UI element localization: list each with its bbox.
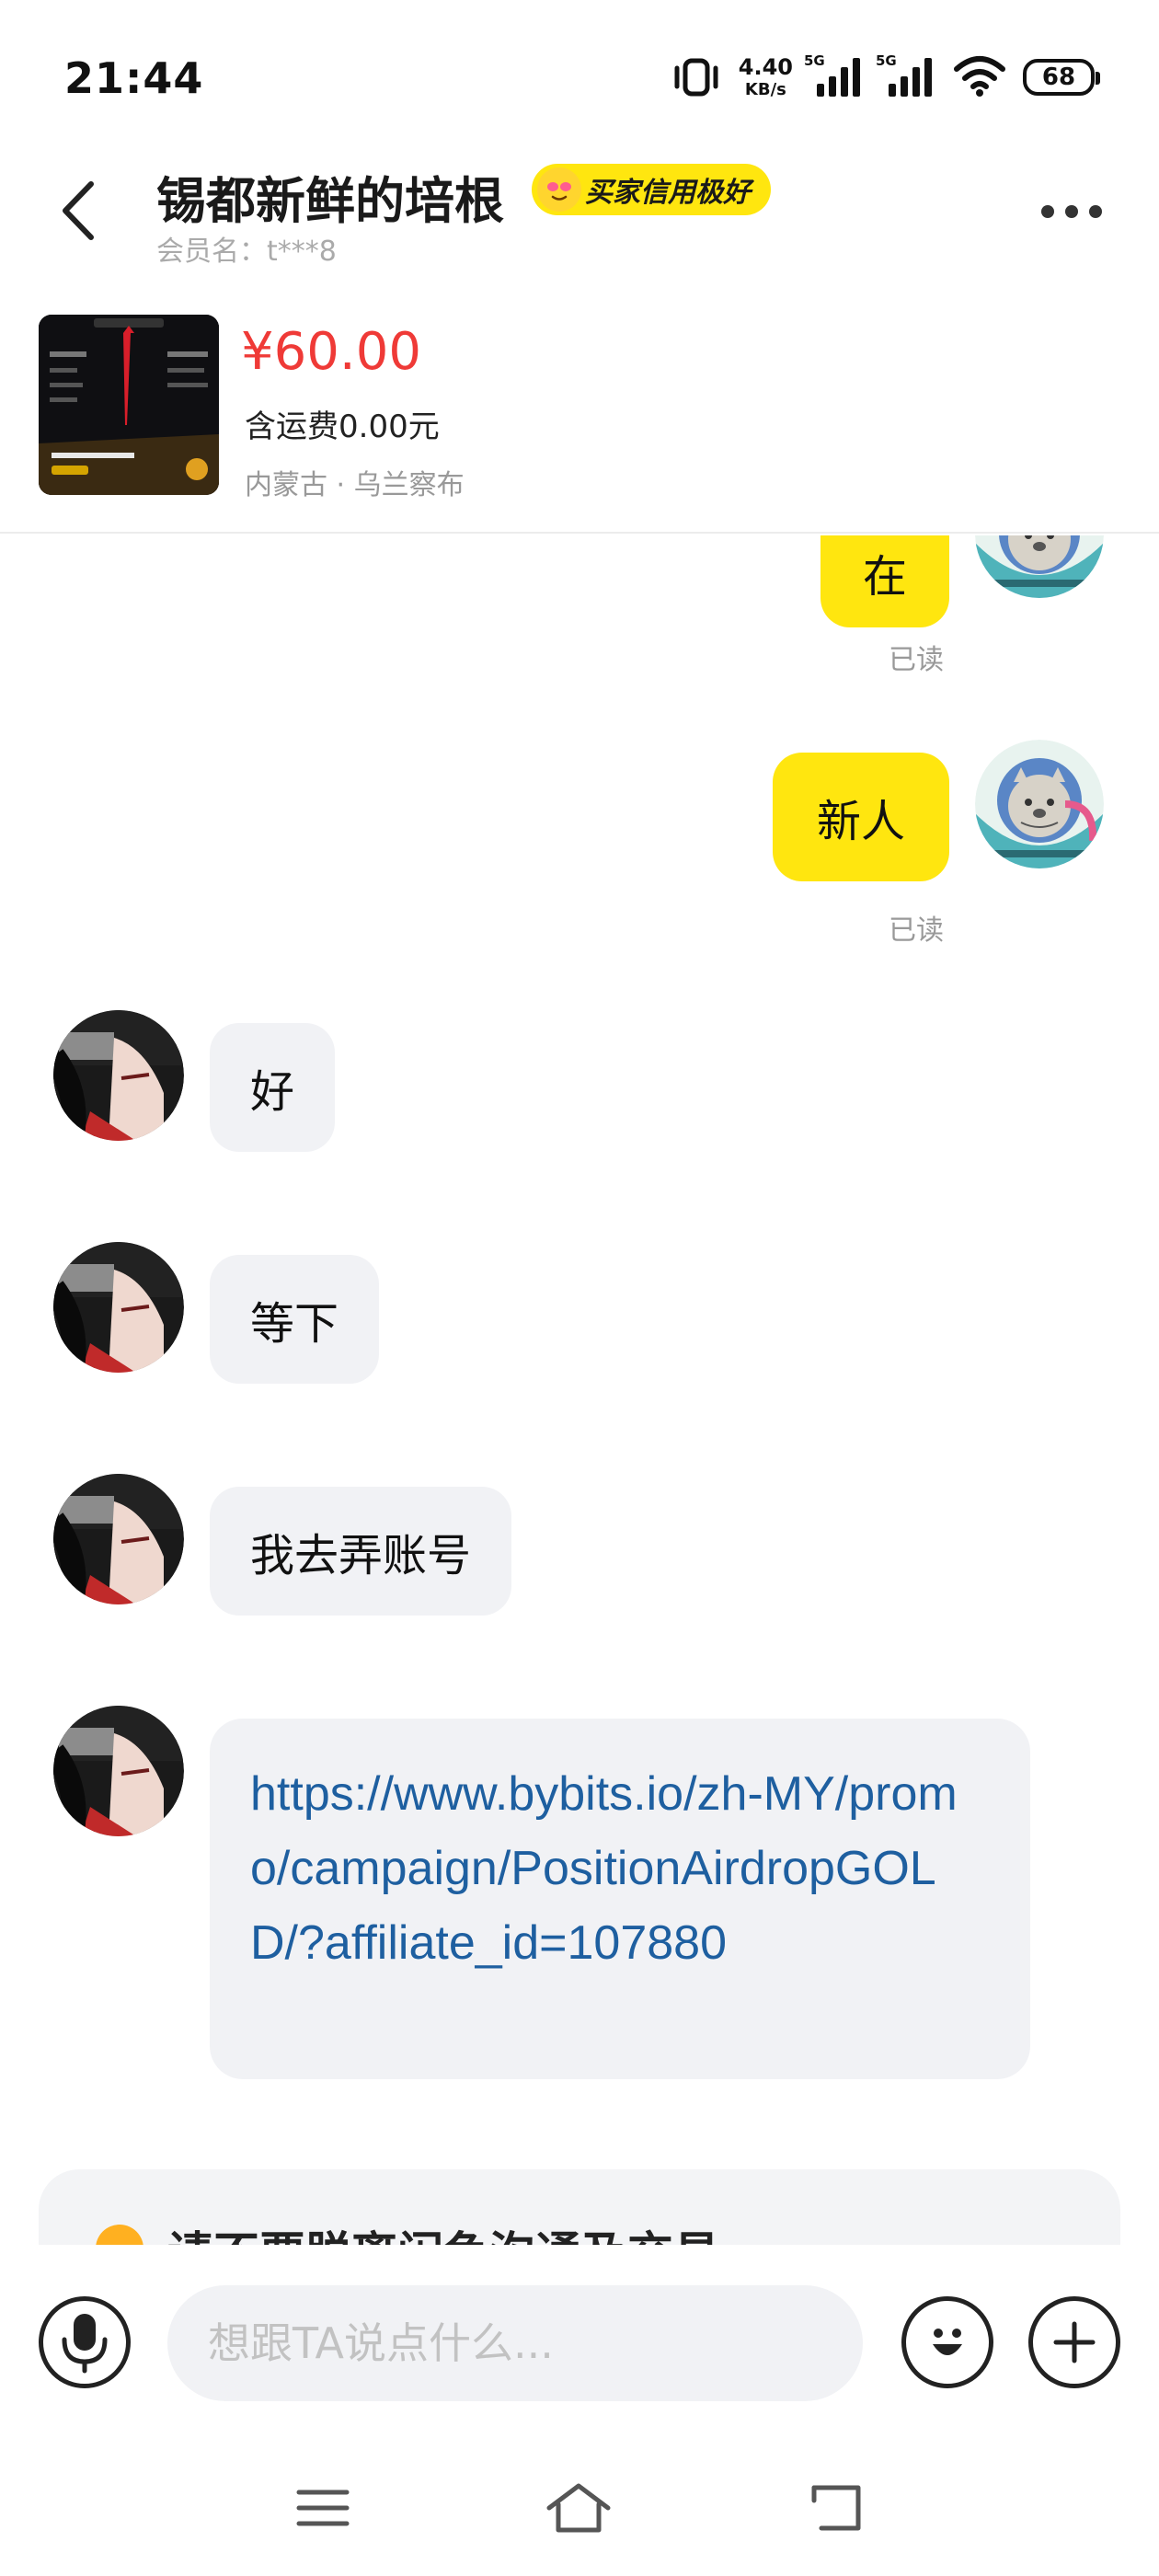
read-receipt: 已读: [889, 914, 944, 947]
message-bubble-incoming[interactable]: https://www.bybits.io/zh-MY/promo/campai…: [210, 1719, 1030, 2079]
network-speed-unit: KB/s: [744, 80, 786, 99]
voice-button[interactable]: [39, 2296, 131, 2388]
microphone-icon: [62, 2314, 108, 2374]
message-text: 在: [862, 551, 907, 603]
credit-badge-label: 买家信用极好: [585, 177, 751, 209]
home-icon: [546, 2483, 611, 2533]
message-input[interactable]: [167, 2285, 863, 2401]
back-arrow-icon: [63, 181, 94, 240]
home-button[interactable]: [537, 2471, 620, 2545]
avatar[interactable]: [53, 1706, 184, 1836]
message-bubble-incoming[interactable]: 好: [210, 1023, 336, 1152]
product-thumbnail[interactable]: [39, 315, 219, 495]
more-icon: [1089, 205, 1102, 218]
member-id: 会员名：t***8: [156, 236, 337, 268]
more-icon: [1041, 205, 1054, 218]
message-text: 我去弄账号: [250, 1530, 472, 1581]
avatar[interactable]: [53, 1010, 184, 1141]
battery-level: 68: [1041, 63, 1076, 91]
emoji-icon: [537, 167, 581, 212]
message-bubble-outgoing[interactable]: 新人: [773, 753, 949, 881]
status-time: 21:44: [64, 53, 204, 103]
message-bubble-incoming[interactable]: 我去弄账号: [210, 1487, 512, 1616]
sim1-label: 5G: [804, 52, 825, 69]
seller-name[interactable]: 锡都新鲜的培根: [156, 160, 504, 233]
add-attachment-button[interactable]: [1028, 2296, 1120, 2388]
message-text: 等下: [250, 1298, 339, 1350]
back-nav-button[interactable]: [797, 2471, 879, 2545]
message-link[interactable]: https://www.bybits.io/zh-MY/promo/campai…: [250, 1757, 990, 1981]
message-input-bar: [0, 2245, 1159, 2438]
signal-icon: 5G: [804, 52, 865, 98]
avatar[interactable]: [53, 1242, 184, 1373]
product-card[interactable]: ¥60.00 含运费0.00元 内蒙古 · 乌兰察布: [0, 304, 1159, 534]
emoji-button[interactable]: [901, 2296, 993, 2388]
message-bubble-outgoing[interactable]: 在: [820, 535, 949, 627]
credit-badge[interactable]: 买家信用极好: [532, 164, 771, 215]
product-price: ¥60.00: [241, 322, 421, 382]
battery-icon: 68: [1023, 59, 1100, 96]
network-speed-value: 4.40: [738, 54, 793, 80]
status-icons: 4.40 KB/s 5G 5G 68: [671, 50, 1100, 105]
recent-apps-button[interactable]: [281, 2471, 364, 2545]
avatar[interactable]: [53, 1474, 184, 1604]
status-bar: 21:44 4.40 KB/s 5G 5G 68: [0, 0, 1159, 147]
message-text: 好: [250, 1066, 295, 1118]
more-button[interactable]: [1030, 184, 1113, 239]
back-button[interactable]: [46, 169, 110, 252]
emoji-icon: [933, 2329, 962, 2355]
more-icon: [1065, 205, 1078, 218]
vibrate-icon: [671, 55, 722, 99]
wifi-icon: [953, 54, 1006, 100]
system-navigation-bar: [0, 2438, 1159, 2576]
read-receipt: 已读: [889, 644, 944, 676]
shipping-fee: 含运费0.00元: [245, 408, 440, 445]
plus-icon: [1053, 2321, 1096, 2363]
chat-messages[interactable]: 在 已读 新人 已读 好 等下 我去弄账号 https://www.bybits…: [0, 535, 1159, 2245]
back-icon: [811, 2485, 861, 2531]
network-speed: 4.40 KB/s: [739, 56, 793, 98]
chat-header: 锡都新鲜的培根 买家信用极好 会员名：t***8: [0, 147, 1159, 268]
message-text: 新人: [816, 796, 905, 847]
safety-notice: 请不要脱离闲鱼沟通及交易: [39, 2169, 1120, 2245]
product-location: 内蒙古 · 乌兰察布: [245, 469, 465, 501]
warning-icon: [96, 2225, 143, 2245]
signal-icon: 5G: [876, 52, 936, 98]
safety-notice-text: 请不要脱离闲鱼沟通及交易: [167, 2217, 719, 2245]
avatar[interactable]: [975, 740, 1104, 868]
menu-icon: [296, 2490, 350, 2526]
avatar[interactable]: [975, 535, 1104, 598]
sim2-label: 5G: [876, 52, 897, 69]
message-bubble-incoming[interactable]: 等下: [210, 1255, 380, 1384]
